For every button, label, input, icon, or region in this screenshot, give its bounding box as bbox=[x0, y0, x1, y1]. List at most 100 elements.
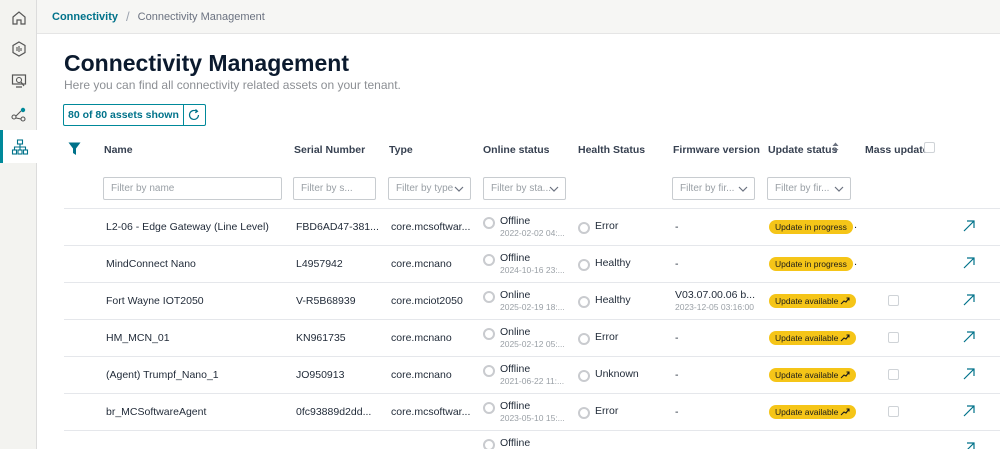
table-row[interactable]: (Agent) Trumpf_Nano_1 JO950913 core.mcnano… bbox=[64, 356, 1000, 393]
filter-icon[interactable] bbox=[68, 142, 81, 156]
nav-monitor[interactable] bbox=[0, 64, 37, 97]
firmware-version-label: V03.07.00.06 b... bbox=[675, 289, 755, 301]
dashboard-icon bbox=[11, 40, 26, 57]
asset-type: core.mcsoftwar... bbox=[391, 406, 471, 418]
online-status-text: Offline bbox=[500, 437, 568, 449]
refresh-button[interactable] bbox=[182, 105, 205, 125]
online-status: Offline 2024-10-16 23:... bbox=[483, 252, 571, 276]
filter-name-input[interactable] bbox=[111, 183, 281, 194]
status-indicator-icon bbox=[578, 370, 590, 382]
column-header-serial[interactable]: Serial Number bbox=[294, 144, 365, 156]
breadcrumb-current: Connectivity Management bbox=[137, 10, 265, 23]
chevron-down-icon bbox=[738, 186, 748, 192]
status-indicator-icon bbox=[483, 439, 495, 449]
column-header-name[interactable]: Name bbox=[104, 144, 133, 156]
column-header-type[interactable]: Type bbox=[389, 144, 413, 156]
update-progress-indicator: . bbox=[854, 256, 858, 268]
side-navigation bbox=[0, 0, 37, 449]
open-asset-arrow-icon[interactable] bbox=[962, 404, 976, 418]
asset-count-label: 80 of 80 assets shown bbox=[68, 109, 179, 121]
online-status-timestamp: 2025-02-12 05:... bbox=[500, 339, 565, 349]
breadcrumb: Connectivity / Connectivity Management bbox=[37, 0, 1000, 34]
open-asset-arrow-icon[interactable] bbox=[962, 256, 976, 270]
filter-serial-input[interactable] bbox=[301, 183, 375, 194]
firmware-version: - bbox=[675, 406, 763, 419]
status-indicator-icon bbox=[483, 365, 495, 377]
asset-name: HM_MCN_01 bbox=[106, 332, 170, 344]
mass-update-checkbox[interactable] bbox=[888, 295, 899, 306]
column-header-online-status[interactable]: Online status bbox=[483, 144, 550, 156]
filter-serial[interactable] bbox=[293, 177, 376, 200]
column-header-update-status[interactable]: Update status bbox=[768, 144, 837, 156]
health-status-label: Unknown bbox=[595, 368, 639, 380]
table-row[interactable]: HM_MCN_01 KN961735 core.mcnano Online 2025-0… bbox=[64, 319, 1000, 356]
open-asset-arrow-icon[interactable] bbox=[962, 330, 976, 344]
firmware-version: V03.07.00.06 b... 2023-12-05 03:16:00 bbox=[675, 289, 763, 313]
firmware-timestamp: 2023-12-05 03:16:00 bbox=[675, 302, 754, 312]
health-status-label: Healthy bbox=[595, 257, 631, 269]
open-asset-arrow-icon[interactable] bbox=[962, 441, 976, 449]
asset-type: core.mciot2050 bbox=[391, 295, 463, 307]
nav-connections[interactable] bbox=[0, 97, 37, 130]
status-indicator-icon bbox=[578, 296, 590, 308]
online-status-text: Offline 2021-06-22 11:... bbox=[500, 363, 568, 387]
chevron-down-icon bbox=[454, 186, 464, 192]
connection-icon bbox=[10, 107, 26, 122]
online-status-text: Online 2025-02-12 05:... bbox=[500, 326, 568, 350]
mass-update-checkbox[interactable] bbox=[888, 369, 899, 380]
open-asset-arrow-icon[interactable] bbox=[962, 367, 976, 381]
table-row[interactable]: MindConnect Nano L4957942 core.mcnano Offli… bbox=[64, 245, 1000, 282]
filter-type-dropdown[interactable]: Filter by type bbox=[388, 177, 471, 200]
online-status-label: Offline bbox=[500, 252, 531, 264]
chevron-down-icon bbox=[549, 186, 559, 192]
open-asset-arrow-icon[interactable] bbox=[962, 219, 976, 233]
breadcrumb-link-connectivity[interactable]: Connectivity bbox=[52, 11, 118, 23]
filter-firmware-dropdown[interactable]: Filter by fir... bbox=[672, 177, 755, 200]
online-status-text: Offline 2024-10-16 23:... bbox=[500, 252, 568, 276]
table-row[interactable]: Offline bbox=[64, 430, 1000, 449]
filter-online-status-dropdown[interactable]: Filter by sta... bbox=[483, 177, 566, 200]
firmware-version: - bbox=[675, 332, 763, 345]
online-status-timestamp: 2021-06-22 11:... bbox=[500, 376, 565, 386]
table-row[interactable]: Fort Wayne IOT2050 V-R5B68939 core.mciot20… bbox=[64, 282, 1000, 319]
health-status: Error bbox=[578, 331, 618, 345]
online-status-label: Offline bbox=[500, 400, 531, 412]
mass-update-checkbox[interactable] bbox=[888, 332, 899, 343]
table-row[interactable]: br_MCSoftwareAgent 0fc93889d2dd... core.mc… bbox=[64, 393, 1000, 430]
filter-name[interactable] bbox=[103, 177, 282, 200]
open-asset-arrow-icon[interactable] bbox=[962, 293, 976, 307]
sort-icon[interactable] bbox=[832, 142, 839, 153]
online-status-label: Offline bbox=[500, 215, 531, 227]
status-indicator-icon bbox=[483, 291, 495, 303]
asset-name: (Agent) Trumpf_Nano_1 bbox=[106, 369, 219, 381]
asset-serial: L4957942 bbox=[296, 258, 343, 270]
status-indicator-icon bbox=[483, 217, 495, 229]
filter-update-dropdown[interactable]: Filter by fir... bbox=[767, 177, 851, 200]
column-header-health-status[interactable]: Health Status bbox=[578, 144, 645, 156]
asset-type: core.mcsoftwar... bbox=[391, 221, 471, 233]
filter-firmware-placeholder: Filter by fir... bbox=[680, 183, 735, 194]
online-status: Online 2025-02-12 05:... bbox=[483, 326, 571, 350]
filter-type-placeholder: Filter by type bbox=[396, 183, 454, 194]
health-status-label: Error bbox=[595, 331, 619, 343]
online-status: Offline bbox=[483, 437, 571, 449]
online-status-label: Online bbox=[500, 326, 531, 338]
table-row[interactable]: L2-06 - Edge Gateway (Line Level) FBD6AD4… bbox=[64, 208, 1000, 245]
online-status: Offline 2021-06-22 11:... bbox=[483, 363, 571, 387]
nav-connectivity[interactable] bbox=[0, 130, 37, 163]
column-header-mass-update: Mass update bbox=[865, 144, 929, 156]
nav-home[interactable] bbox=[0, 1, 37, 34]
mass-update-select-all-checkbox[interactable] bbox=[924, 142, 935, 153]
column-header-firmware[interactable]: Firmware version bbox=[673, 144, 760, 156]
mass-update-checkbox[interactable] bbox=[888, 406, 899, 417]
asset-name: MindConnect Nano bbox=[106, 258, 196, 270]
online-status: Offline 2023-05-10 15:... bbox=[483, 400, 571, 424]
status-indicator-icon bbox=[578, 259, 590, 271]
health-status-label: Error bbox=[595, 405, 619, 417]
asset-serial: JO950913 bbox=[296, 369, 345, 381]
nav-dashboard[interactable] bbox=[0, 32, 37, 65]
online-status: Offline 2022-02-02 04:... bbox=[483, 215, 571, 239]
breadcrumb-separator: / bbox=[126, 9, 130, 24]
firmware-version: - bbox=[675, 369, 763, 382]
asset-name: Fort Wayne IOT2050 bbox=[106, 295, 204, 307]
